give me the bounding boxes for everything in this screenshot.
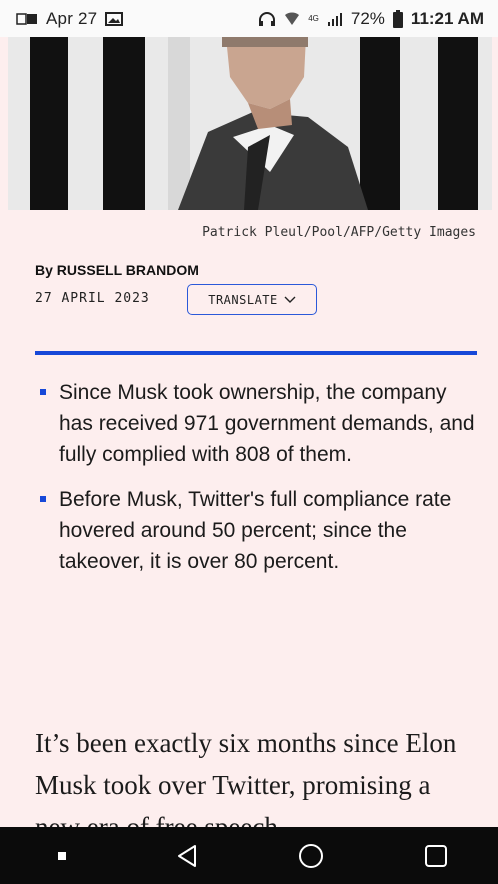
article-photo[interactable] [8,37,492,210]
summary-item: Since Musk took ownership, the company h… [35,377,480,470]
translate-label: TRANSLATE [208,292,278,307]
signal-icon [327,11,343,27]
translate-button[interactable]: TRANSLATE [187,284,317,315]
summary-divider [35,351,477,355]
back-icon [176,844,198,868]
status-bar-left: Apr 27 [16,8,124,29]
bullet-icon [40,496,46,502]
home-icon [298,843,324,869]
byline: By RUSSELL BRANDOM [35,262,199,278]
image-icon [105,11,124,27]
article-page[interactable]: Patrick Pleul/Pool/AFP/Getty Images By R… [0,37,498,827]
byline-prefix: By [35,262,57,278]
back-button[interactable] [157,831,217,881]
status-bar-right: 4G 72% 11:21 AM [258,9,484,29]
navigation-bar [0,827,498,884]
overview-icon [424,844,448,868]
summary-list: Since Musk took ownership, the company h… [35,377,480,591]
battery-icon [392,9,403,28]
headphones-icon [258,11,276,27]
summary-text: Before Musk, Twitter's full compliance r… [59,488,452,573]
status-time: 11:21 AM [410,8,484,28]
article-body: It’s been exactly six months since Elon … [35,728,457,827]
status-bar: Apr 27 4G 72% 11:21 AM [0,0,498,37]
wifi-icon [284,11,300,27]
chevron-down-icon [284,296,296,304]
summary-text: Since Musk took ownership, the company h… [59,381,475,466]
battery-percentage: 72% [350,8,385,28]
overview-button[interactable] [406,831,466,881]
status-date: Apr 27 [46,8,98,28]
bullet-icon [40,389,46,395]
publish-date: 27 APRIL 2023 [35,291,150,306]
recent-apps-button[interactable] [32,831,92,881]
summary-item: Before Musk, Twitter's full compliance r… [35,484,480,577]
recent-apps-icon [57,851,67,861]
network-type-label: 4G [308,13,319,23]
photo-caption: Patrick Pleul/Pool/AFP/Getty Images [202,225,476,240]
author-name[interactable]: RUSSELL BRANDOM [57,262,199,278]
gallery-icon [16,11,38,27]
home-button[interactable] [281,831,341,881]
